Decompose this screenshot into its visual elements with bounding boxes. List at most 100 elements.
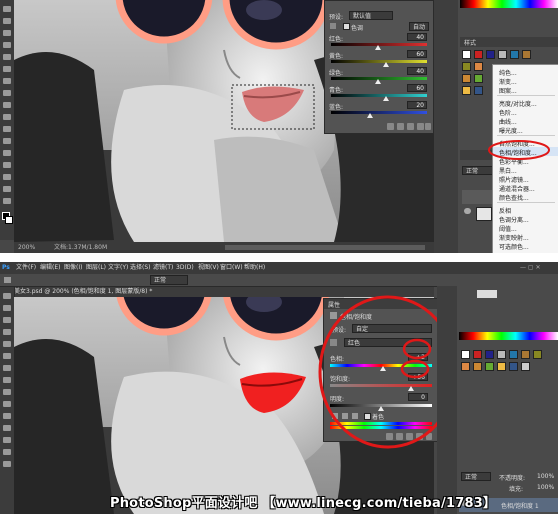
fill-value[interactable]: 100% [537, 484, 554, 491]
menu-type[interactable]: 文字(Y) [108, 262, 128, 274]
eraser-tool-icon[interactable] [3, 401, 11, 407]
marquee-tool-icon[interactable] [3, 18, 11, 24]
cyan-slider[interactable] [331, 94, 427, 97]
menu-image[interactable]: 图像(I) [64, 262, 82, 274]
brush-tool-icon[interactable] [3, 377, 11, 383]
style-swatch[interactable] [462, 74, 471, 83]
yellow-value[interactable]: 60 [407, 50, 427, 58]
style-swatch[interactable] [509, 350, 518, 359]
eyedropper-tool-icon[interactable] [3, 353, 11, 359]
blur-tool-icon[interactable] [3, 150, 11, 156]
healing-tool-icon[interactable] [3, 365, 11, 371]
style-swatch[interactable] [486, 50, 495, 59]
style-swatch[interactable] [497, 362, 506, 371]
yellow-slider-thumb[interactable] [383, 62, 389, 67]
visibility-eye-icon[interactable] [417, 123, 424, 130]
red-slider-thumb[interactable] [375, 45, 381, 50]
menu-item[interactable]: 曲线... [499, 117, 517, 126]
style-swatch[interactable] [485, 350, 494, 359]
style-swatch[interactable] [521, 362, 530, 371]
color-spectrum-bar[interactable] [460, 0, 558, 8]
style-swatch[interactable] [474, 62, 483, 71]
dodge-tool-icon[interactable] [3, 425, 11, 431]
style-swatch[interactable] [485, 362, 494, 371]
style-swatch[interactable] [510, 50, 519, 59]
blend-mode-select[interactable]: 正常 [150, 275, 188, 285]
green-slider-thumb[interactable] [375, 79, 381, 84]
brush-tool-icon[interactable] [3, 90, 11, 96]
opacity-value[interactable]: 100% [537, 473, 554, 480]
menu-item[interactable]: 照片滤镜... [499, 175, 529, 184]
window-controls[interactable]: — ▢ ✕ [520, 262, 541, 274]
menu-item[interactable]: 色阶... [499, 108, 517, 117]
red-value[interactable]: 40 [407, 33, 427, 41]
dodge-tool-icon[interactable] [3, 162, 11, 168]
style-swatch[interactable] [474, 74, 483, 83]
style-swatch[interactable] [461, 362, 470, 371]
stamp-tool-icon[interactable] [3, 102, 11, 108]
gradient-tool-icon[interactable] [3, 413, 11, 419]
style-swatch[interactable] [533, 350, 542, 359]
menu-layer[interactable]: 图层(L) [86, 262, 106, 274]
style-swatch[interactable] [462, 86, 471, 95]
menu-file[interactable]: 文件(F) [16, 262, 36, 274]
tool-preset-icon[interactable] [4, 277, 11, 283]
style-swatch[interactable] [462, 50, 471, 59]
pen-tool-icon[interactable] [3, 174, 11, 180]
menu-filter[interactable]: 滤镜(T) [153, 262, 173, 274]
cyan-value[interactable]: 60 [407, 84, 427, 92]
menu-item[interactable]: 颜色查找... [499, 193, 529, 202]
clip-to-layer-icon[interactable] [387, 123, 394, 130]
crop-tool-icon[interactable] [3, 54, 11, 60]
menu-item[interactable]: 亮度/对比度... [499, 99, 537, 108]
hand-tool-icon[interactable] [3, 198, 11, 204]
style-swatch[interactable] [498, 50, 507, 59]
trash-icon[interactable] [425, 123, 431, 130]
style-swatch[interactable] [461, 350, 470, 359]
zoom-level[interactable]: 200% [18, 242, 35, 253]
quick-select-tool-icon[interactable] [3, 42, 11, 48]
blue-slider-thumb[interactable] [367, 113, 373, 118]
style-swatch[interactable] [462, 62, 471, 71]
hand-tool-icon[interactable] [3, 461, 11, 467]
style-swatch[interactable] [509, 362, 518, 371]
pen-tool-icon[interactable] [3, 437, 11, 443]
style-swatch[interactable] [473, 362, 482, 371]
cyan-slider-thumb[interactable] [383, 96, 389, 101]
menu-help[interactable]: 帮助(H) [244, 262, 265, 274]
blue-value[interactable]: 20 [407, 101, 427, 109]
menu-window[interactable]: 窗口(W) [220, 262, 243, 274]
menu-item[interactable]: 通道混合器... [499, 184, 535, 193]
lasso-tool-icon[interactable] [3, 30, 11, 36]
styles-tab[interactable]: 样式 [464, 38, 476, 47]
gradient-tool-icon[interactable] [3, 138, 11, 144]
style-swatch[interactable] [473, 350, 482, 359]
color-spectrum-bar[interactable] [459, 332, 558, 340]
marquee-tool-icon[interactable] [3, 305, 11, 311]
crop-tool-icon[interactable] [3, 341, 11, 347]
menu-item[interactable]: 可选颜色... [499, 242, 529, 251]
menu-item[interactable]: 纯色... [499, 68, 517, 77]
menu-item[interactable]: 黑白... [499, 166, 517, 175]
healing-tool-icon[interactable] [3, 78, 11, 84]
blend-mode-select[interactable]: 正常 [461, 472, 491, 481]
menu-item[interactable]: 图案... [499, 86, 517, 95]
move-tool-icon[interactable] [3, 293, 11, 299]
visibility-eye-icon[interactable] [464, 208, 471, 214]
lasso-tool-icon[interactable] [3, 317, 11, 323]
move-tool-icon[interactable] [3, 6, 11, 12]
menu-select[interactable]: 选择(S) [130, 262, 151, 274]
green-value[interactable]: 40 [407, 67, 427, 75]
menu-edit[interactable]: 编辑(E) [40, 262, 60, 274]
style-swatch[interactable] [474, 86, 483, 95]
type-tool-icon[interactable] [3, 449, 11, 455]
menu-item[interactable]: 阈值... [499, 224, 517, 233]
eyedropper-tool-icon[interactable] [3, 66, 11, 72]
view-previous-icon[interactable] [397, 123, 404, 130]
menu-item[interactable]: 反相 [499, 206, 511, 215]
menu-item[interactable]: 色调分离... [499, 215, 529, 224]
eraser-tool-icon[interactable] [3, 126, 11, 132]
style-swatch[interactable] [474, 50, 483, 59]
blue-slider[interactable] [331, 111, 427, 114]
menu-view[interactable]: 视图(V) [198, 262, 219, 274]
